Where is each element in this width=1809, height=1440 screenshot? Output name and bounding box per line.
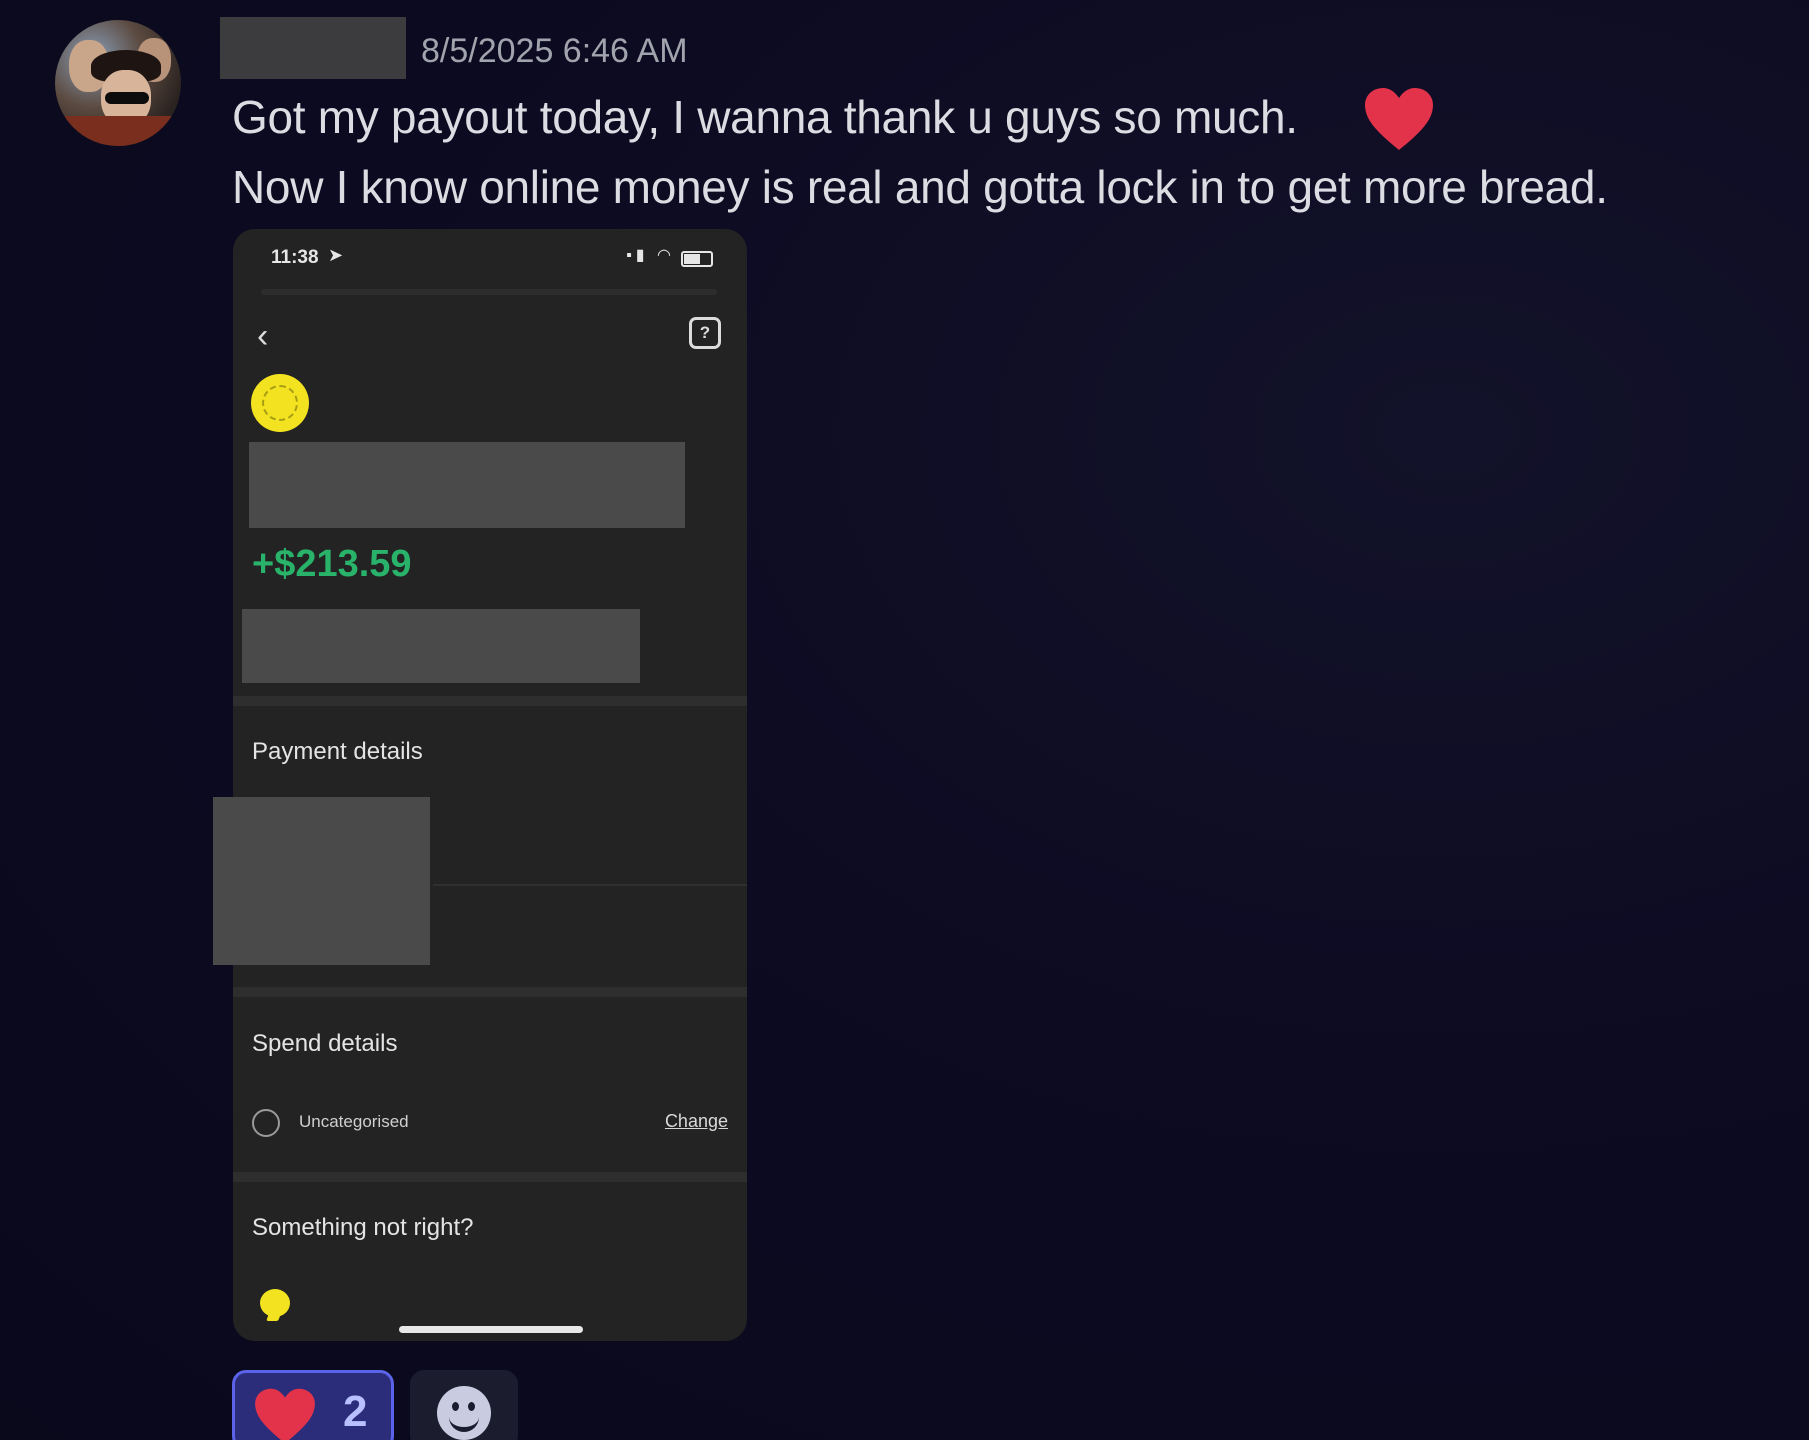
status-bar-time: 11:38 (271, 247, 319, 268)
message-timestamp[interactable]: 8/5/2025 6:46 AM (421, 32, 688, 71)
attachment-image[interactable]: 11:38 ➤ ▪▮ ◠ ‹ ? +$213.59 Payment detail… (233, 229, 747, 1341)
signal-wifi-icon: ▪▮ ◠ (626, 247, 675, 264)
reaction-count: 2 (343, 1387, 368, 1436)
spend-details-title: Spend details (252, 1030, 398, 1057)
back-chevron-icon: ‹ (257, 317, 269, 355)
merchant-name-redacted (249, 442, 685, 528)
something-not-right-title: Something not right? (252, 1214, 474, 1241)
home-indicator (399, 1326, 583, 1333)
payment-details-title: Payment details (252, 738, 423, 765)
merchant-coin-icon (251, 374, 309, 432)
heart-icon (255, 1388, 315, 1440)
heart-reaction-button[interactable]: 2 (232, 1370, 394, 1440)
smiley-add-reaction-icon (437, 1386, 491, 1440)
battery-icon (681, 251, 713, 267)
section-divider (233, 696, 747, 706)
add-reaction-button[interactable] (410, 1370, 518, 1440)
message-text-line-2: Now I know online money is real and gott… (232, 161, 1608, 213)
change-category-link: Change (664, 1111, 728, 1131)
user-avatar[interactable] (55, 20, 181, 146)
header-divider (261, 289, 717, 295)
transaction-amount: +$213.59 (252, 543, 412, 585)
row-divider (433, 884, 747, 886)
heart-emoji-icon (1365, 88, 1433, 150)
section-divider (233, 987, 747, 997)
username-redacted[interactable] (220, 17, 406, 79)
category-circle-icon (252, 1109, 280, 1137)
payment-details-redacted (213, 797, 430, 965)
transaction-date-redacted (242, 609, 640, 683)
message-text-line-1: Got my payout today, I wanna thank u guy… (232, 91, 1298, 143)
category-label: Uncategorised (299, 1112, 409, 1131)
section-divider (233, 1172, 747, 1182)
avatar-shirt (65, 116, 175, 146)
avatar-glasses (105, 92, 149, 104)
location-arrow-icon: ➤ (328, 245, 344, 265)
chat-bubble-icon (260, 1289, 290, 1317)
help-icon: ? (689, 317, 721, 349)
